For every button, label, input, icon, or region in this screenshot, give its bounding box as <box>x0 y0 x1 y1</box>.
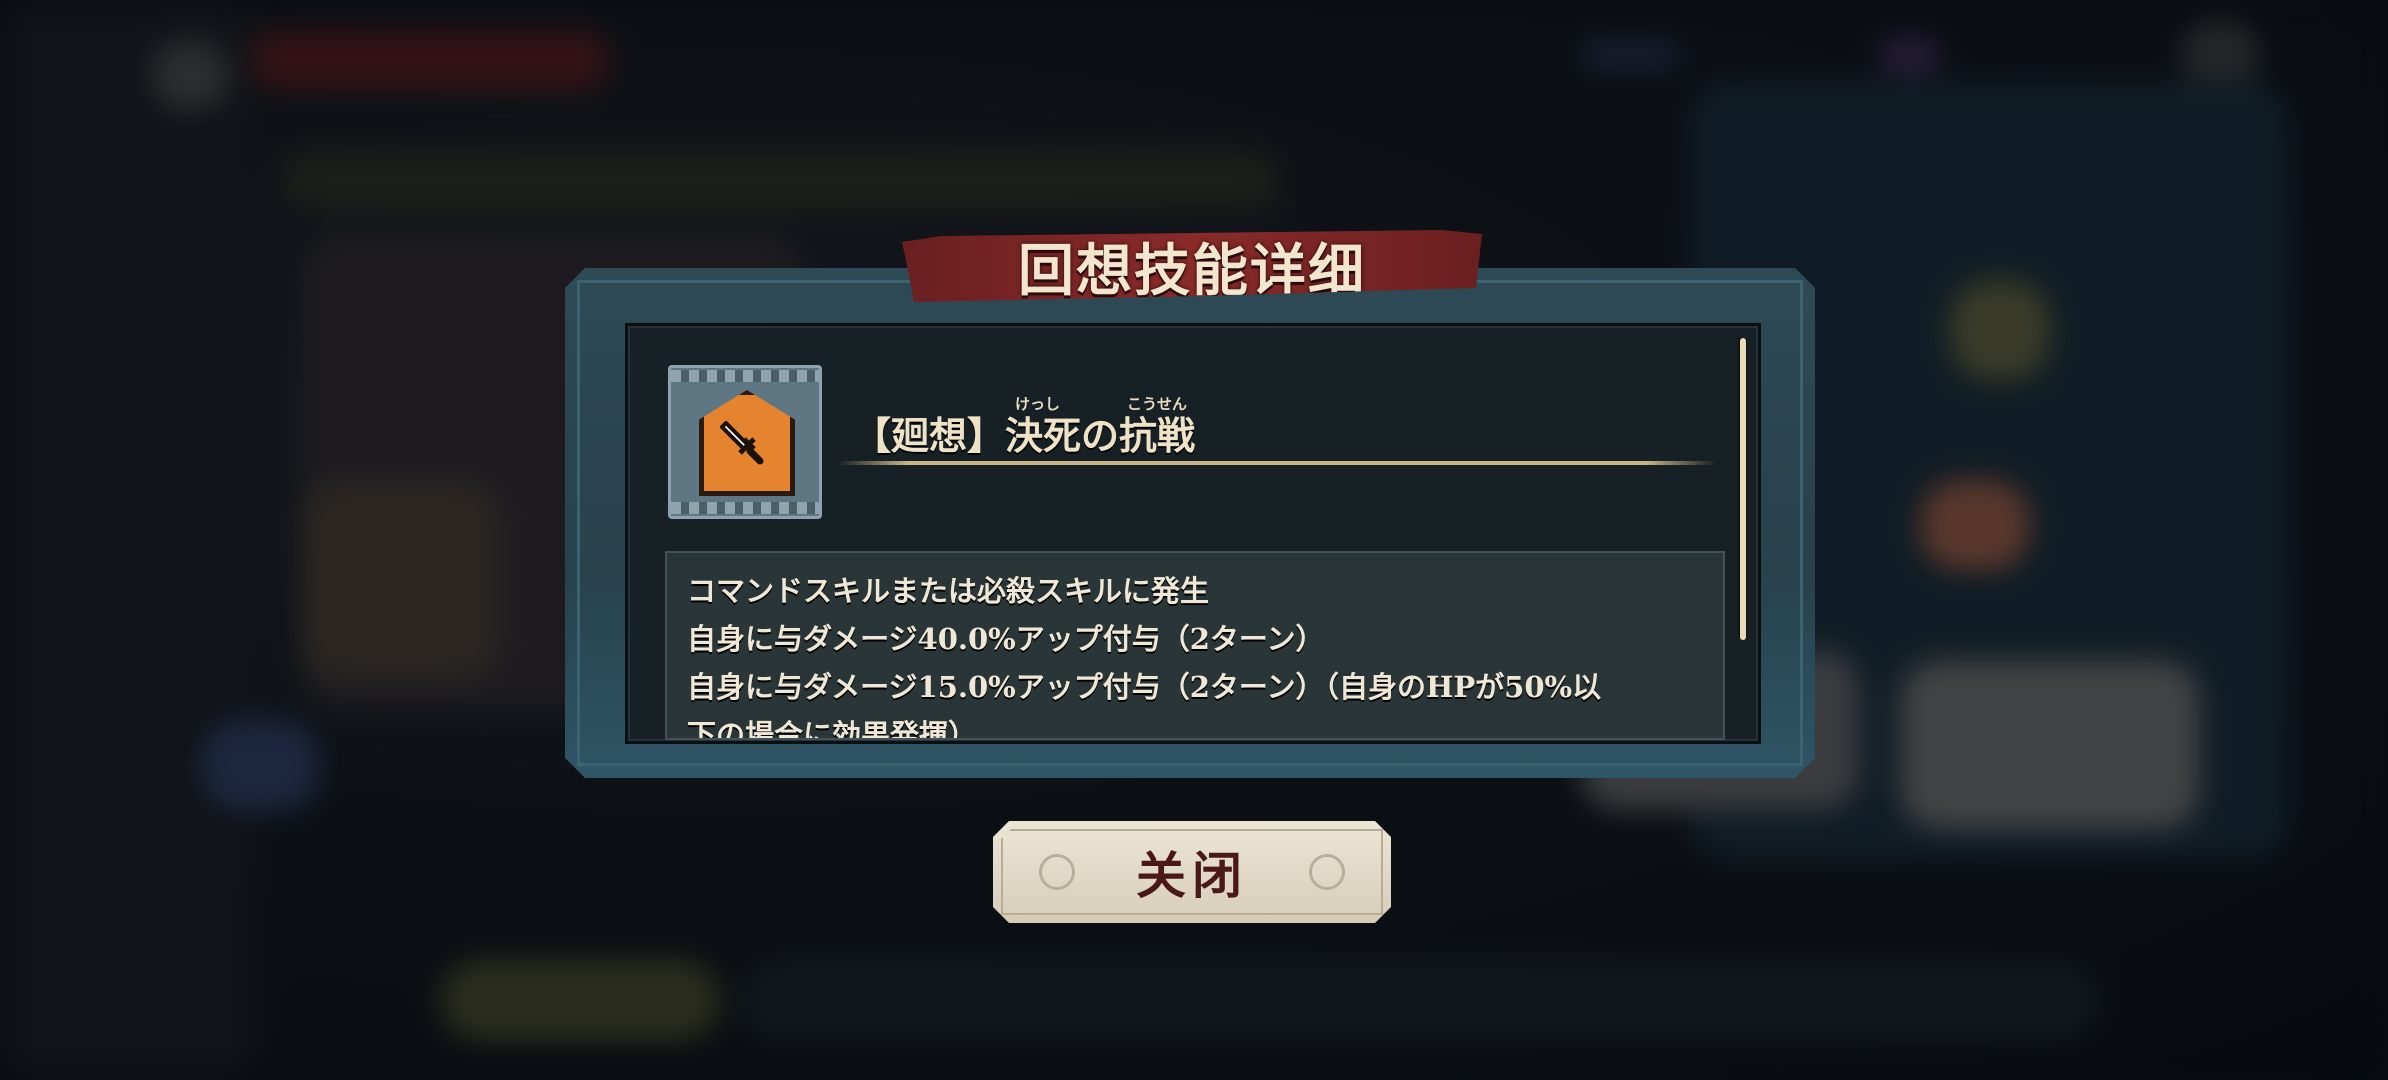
description-line-4: 下の場合に効果発揮） <box>687 718 978 740</box>
sword-icon <box>720 421 764 465</box>
skill-description-box[interactable]: コマンドスキルまたは必殺スキルに発生 自身に与ダメージ40.0%アップ付与（2タ… <box>665 551 1725 740</box>
film-strip-top <box>671 370 819 382</box>
description-line-1: コマンドスキルまたは必殺スキルに発生 <box>687 574 1210 608</box>
film-strip-bottom <box>671 502 819 514</box>
skill-icon-badge <box>699 390 795 496</box>
description-scrollbar-thumb[interactable] <box>1740 338 1746 640</box>
close-button[interactable]: 关闭 <box>993 821 1391 923</box>
button-ornament-right <box>1309 854 1345 890</box>
description-line-2: 自身に与ダメージ40.0%アップ付与（2ターン） <box>687 622 1325 656</box>
description-line-3: 自身に与ダメージ15.0%アップ付与（2ターン）（自身のHPが50%以 <box>687 670 1602 704</box>
close-button-label: 关闭 <box>1136 846 1248 905</box>
button-ornament-left <box>1039 854 1075 890</box>
skill-name-underline <box>838 461 1716 465</box>
skill-icon-frame <box>668 365 822 519</box>
skill-name: 【廻想】決死の抗戦 <box>853 413 1196 458</box>
